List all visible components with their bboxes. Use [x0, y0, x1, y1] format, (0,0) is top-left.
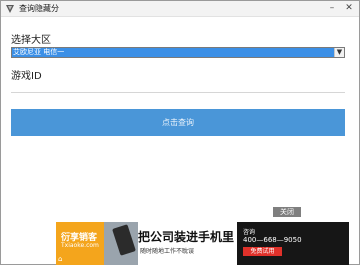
home-icon: ⌂	[58, 255, 63, 263]
server-select[interactable]: 艾欧尼亚 电信一 ▼	[11, 47, 345, 58]
ad-close-button[interactable]: 关闭	[273, 207, 301, 217]
ad-brand-sub: Txiaoke.com	[61, 242, 99, 249]
minimize-button[interactable]: –	[325, 2, 339, 15]
ad-subline: 随时随地工作不耽误	[140, 248, 195, 255]
app-window: 查询隐藏分 – ✕ 选择大区 艾欧尼亚 电信一 ▼ 游戏ID 点击查询 关闭 衍…	[0, 0, 360, 265]
game-id-input[interactable]	[11, 83, 345, 93]
ad-consult-label: 咨询	[243, 229, 256, 236]
title-bar: 查询隐藏分 – ✕	[1, 1, 359, 17]
chevron-down-icon[interactable]: ▼	[334, 48, 344, 57]
server-label: 选择大区	[11, 35, 51, 46]
query-button[interactable]: 点击查询	[11, 109, 345, 136]
ad-cta-button[interactable]: 免费试用	[243, 247, 282, 256]
ad-phone-number: 400—668—9050	[243, 236, 302, 244]
window-title: 查询隐藏分	[19, 4, 59, 13]
ad-banner[interactable]: 衍享销客 Txiaoke.com ⌂ 把公司装进手机里 随时随地工作不耽误 咨询…	[56, 222, 349, 265]
ad-contact-panel: 咨询 400—668—9050 免费试用	[237, 222, 349, 265]
game-id-label: 游戏ID	[11, 71, 42, 82]
ad-headline: 把公司装进手机里	[138, 230, 235, 244]
close-button[interactable]: ✕	[342, 2, 356, 15]
app-icon	[6, 5, 14, 13]
server-selected-value: 艾欧尼亚 电信一	[12, 48, 334, 57]
ad-brand-panel: 衍享销客 Txiaoke.com ⌂	[56, 222, 104, 265]
